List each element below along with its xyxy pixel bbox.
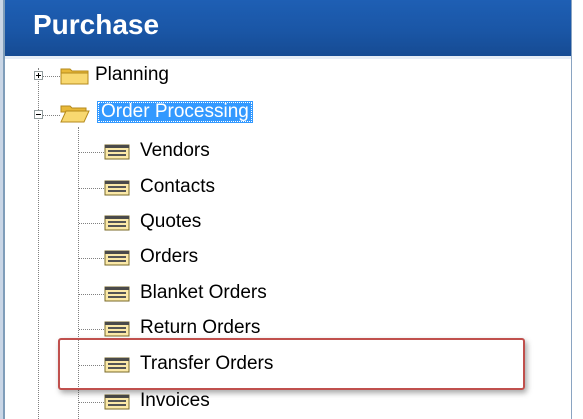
plus-box-icon[interactable]	[34, 71, 43, 80]
tree-line	[79, 188, 104, 189]
form-icon	[104, 286, 130, 302]
tree-node-label: Planning	[95, 64, 169, 85]
purchase-panel: Purchase Planning Order Processing Vendo…	[0, 0, 583, 419]
minus-box-icon[interactable]	[34, 110, 43, 119]
form-icon	[104, 394, 130, 410]
tree-item-label: Orders	[140, 246, 199, 267]
tree-item-label: Vendors	[140, 140, 210, 161]
form-icon	[104, 321, 130, 337]
highlight-box	[58, 338, 525, 390]
tree-line	[38, 120, 39, 419]
tree-line	[79, 329, 104, 330]
tree-item-label: Return Orders	[140, 317, 261, 338]
tree-line	[79, 152, 104, 153]
tree-line	[43, 76, 60, 77]
form-icon	[104, 250, 130, 266]
form-icon	[104, 215, 130, 231]
tree-line	[79, 258, 104, 259]
tree-line	[43, 115, 60, 116]
folder-icon	[60, 68, 89, 85]
tree-line	[79, 294, 104, 295]
tree-item-label: Quotes	[140, 211, 202, 232]
navigation-tree: Planning Order Processing Vendors Contac…	[0, 0, 583, 419]
form-icon	[104, 180, 130, 196]
form-icon	[104, 144, 130, 160]
tree-line	[79, 223, 104, 224]
tree-item-label: Blanket Orders	[140, 282, 267, 303]
tree-node-label-selected: Order Processing	[97, 101, 253, 123]
tree-item-label: Invoices	[140, 390, 210, 411]
tree-line	[79, 402, 104, 403]
folder-open-icon	[60, 105, 90, 123]
tree-item-label: Contacts	[140, 176, 215, 197]
